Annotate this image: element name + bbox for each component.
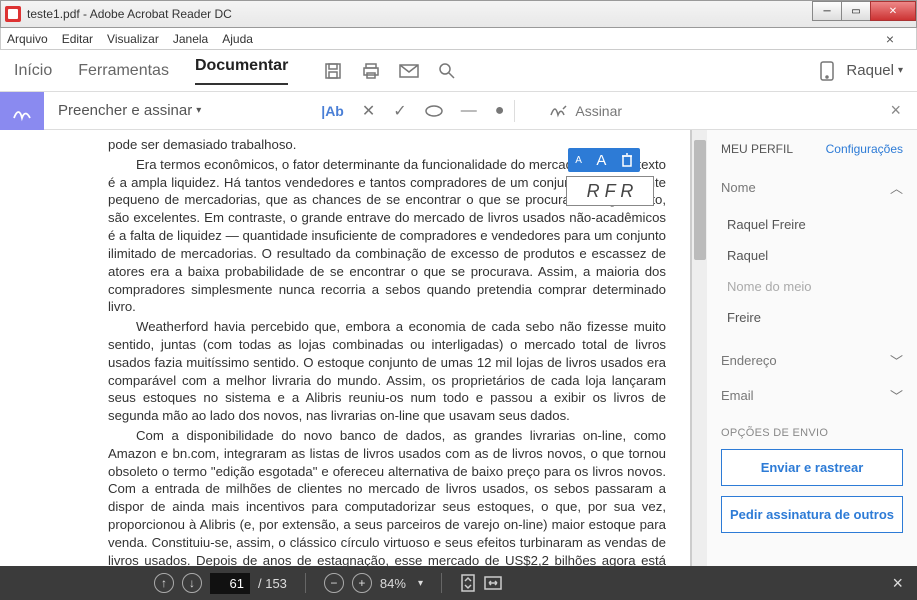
page-total: / 153 xyxy=(258,576,287,591)
chevron-up-icon: ︿ xyxy=(890,178,903,197)
main-toolbar: Início Ferramentas Documentar Raquel ▾ xyxy=(0,50,917,92)
delete-icon[interactable] xyxy=(621,153,633,167)
name-label: Nome xyxy=(721,180,756,195)
window-titlebar: teste1.pdf - Adobe Acrobat Reader DC ─ ▭… xyxy=(0,0,917,28)
menu-help[interactable]: Ajuda xyxy=(222,32,253,46)
zoom-in-icon[interactable]: + xyxy=(352,573,372,593)
save-icon[interactable] xyxy=(322,60,344,82)
scrollbar-thumb[interactable] xyxy=(694,140,706,260)
doc-text: Com a disponibilidade do novo banco de d… xyxy=(108,427,666,566)
line-tool[interactable]: — xyxy=(461,102,477,120)
name-middle-placeholder[interactable]: Nome do meio xyxy=(721,271,903,302)
fit-page-icon[interactable] xyxy=(460,574,476,592)
document-viewport[interactable]: pode ser demasiado trabalhoso. Era termo… xyxy=(0,130,691,566)
email-label: Email xyxy=(721,388,754,403)
text-size-large-icon[interactable]: A xyxy=(596,152,606,169)
signature-text: R F R xyxy=(587,181,634,202)
name-first[interactable]: Raquel xyxy=(721,240,903,271)
name-section-toggle[interactable]: Nome ︿ xyxy=(721,170,903,205)
x-mark-tool[interactable]: ✕ xyxy=(362,101,375,121)
user-name: Raquel xyxy=(846,62,894,79)
sign-button[interactable]: Assinar xyxy=(549,103,622,119)
zoom-out-icon[interactable]: − xyxy=(324,573,344,593)
user-menu[interactable]: Raquel ▾ xyxy=(846,62,903,79)
fill-sign-dropdown[interactable]: Preencher e assinar ▾ xyxy=(58,102,201,119)
close-toolbar-icon[interactable]: × xyxy=(890,100,901,121)
fill-sign-toolbar: Preencher e assinar ▾ |Ab ✕ ✓ — ● Assina… xyxy=(0,92,917,130)
print-icon[interactable] xyxy=(360,60,382,82)
chevron-down-icon: ﹀ xyxy=(890,386,903,405)
annotation-toolbar[interactable]: A A xyxy=(568,148,640,172)
tab-tools[interactable]: Ferramentas xyxy=(78,62,169,80)
name-last[interactable]: Freire xyxy=(721,302,903,333)
window-close-button[interactable]: ✕ xyxy=(870,1,916,21)
mobile-icon[interactable] xyxy=(816,60,838,82)
check-tool[interactable]: ✓ xyxy=(393,101,406,121)
page-toolbar: ↑ ↓ / 153 − + 84% ▾ × xyxy=(0,566,917,600)
zoom-level[interactable]: 84% xyxy=(380,576,406,591)
doc-text: Weatherford havia percebido que, embora … xyxy=(108,318,666,425)
chevron-down-icon: ▾ xyxy=(196,105,201,116)
profile-header: MEU PERFIL xyxy=(721,142,793,156)
mail-icon[interactable] xyxy=(398,60,420,82)
vertical-scrollbar[interactable] xyxy=(691,130,707,566)
send-track-button[interactable]: Enviar e rastrear xyxy=(721,449,903,486)
maximize-button[interactable]: ▭ xyxy=(841,1,871,21)
text-size-small-icon[interactable]: A xyxy=(575,155,582,166)
menu-edit[interactable]: Editar xyxy=(62,32,93,46)
chevron-down-icon: ▾ xyxy=(418,578,423,589)
menu-file[interactable]: Arquivo xyxy=(7,32,48,46)
page-down-icon[interactable]: ↓ xyxy=(182,573,202,593)
tab-document[interactable]: Documentar xyxy=(195,57,288,85)
menu-window[interactable]: Janela xyxy=(173,32,208,46)
text-tool[interactable]: |Ab xyxy=(321,103,344,119)
address-label: Endereço xyxy=(721,353,777,368)
pagebar-close-icon[interactable]: × xyxy=(892,573,903,594)
address-section-toggle[interactable]: Endereço ﹀ xyxy=(721,343,903,378)
menu-view[interactable]: Visualizar xyxy=(107,32,159,46)
menu-bar: Arquivo Editar Visualizar Janela Ajuda × xyxy=(0,28,917,50)
name-full[interactable]: Raquel Freire xyxy=(721,209,903,240)
chevron-down-icon: ▾ xyxy=(898,65,903,76)
window-title: teste1.pdf - Adobe Acrobat Reader DC xyxy=(27,7,232,21)
send-options-header: OPÇÕES DE ENVIO xyxy=(721,427,903,439)
circle-tool[interactable] xyxy=(425,105,443,117)
right-panel: MEU PERFIL Configurações Nome ︿ Raquel F… xyxy=(707,130,917,566)
request-signature-button[interactable]: Pedir assinatura de outros xyxy=(721,496,903,533)
dot-tool[interactable]: ● xyxy=(495,102,505,120)
settings-link[interactable]: Configurações xyxy=(826,142,903,156)
email-section-toggle[interactable]: Email ﹀ xyxy=(721,378,903,413)
chevron-down-icon: ﹀ xyxy=(890,351,903,370)
page-number-input[interactable] xyxy=(210,573,250,594)
fill-sign-icon[interactable] xyxy=(0,92,44,130)
search-icon[interactable] xyxy=(436,60,458,82)
app-icon xyxy=(5,6,21,22)
page-up-icon[interactable]: ↑ xyxy=(154,573,174,593)
tab-home[interactable]: Início xyxy=(14,62,52,80)
signature-annotation[interactable]: R F R xyxy=(566,176,654,206)
menubar-close-icon[interactable]: × xyxy=(886,31,894,47)
fit-width-icon[interactable] xyxy=(484,575,502,591)
minimize-button[interactable]: ─ xyxy=(812,1,842,21)
